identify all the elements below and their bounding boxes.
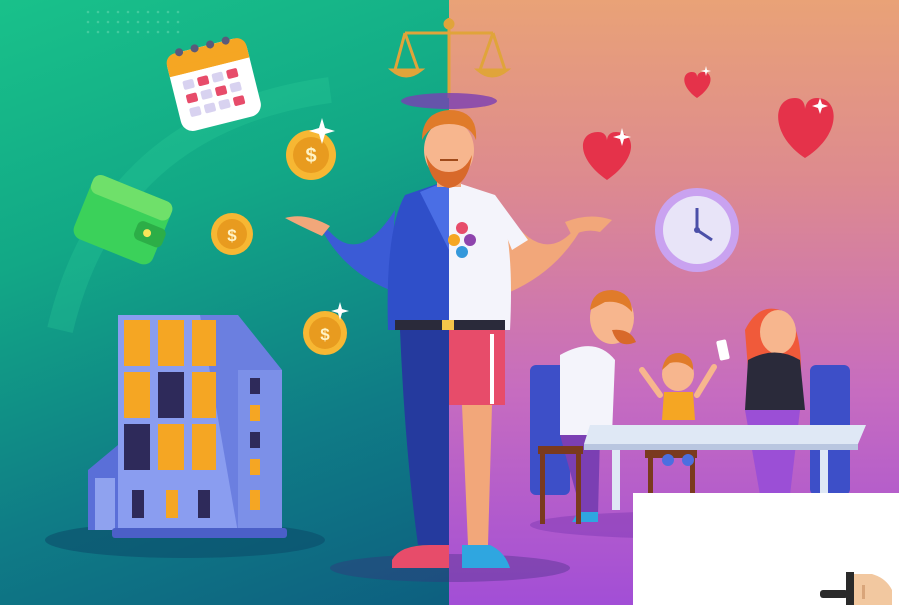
scale-base [401,93,497,109]
svg-text:$: $ [227,226,237,245]
balance-scale-icon [387,18,512,98]
work-life-balance-illustration: $ $ $ [0,0,899,605]
heart-icon [684,72,711,98]
heart-icon [778,98,834,158]
svg-text:$: $ [305,145,316,167]
coin-icon: $ [286,130,336,180]
coin-icon: $ [211,213,253,255]
man-shadow [330,554,570,582]
clock-icon [655,188,739,272]
white-overlay-panel [633,493,899,605]
svg-text:$: $ [320,325,330,344]
family-at-table [530,290,866,524]
office-building [88,315,287,538]
dot-grid [86,10,180,34]
